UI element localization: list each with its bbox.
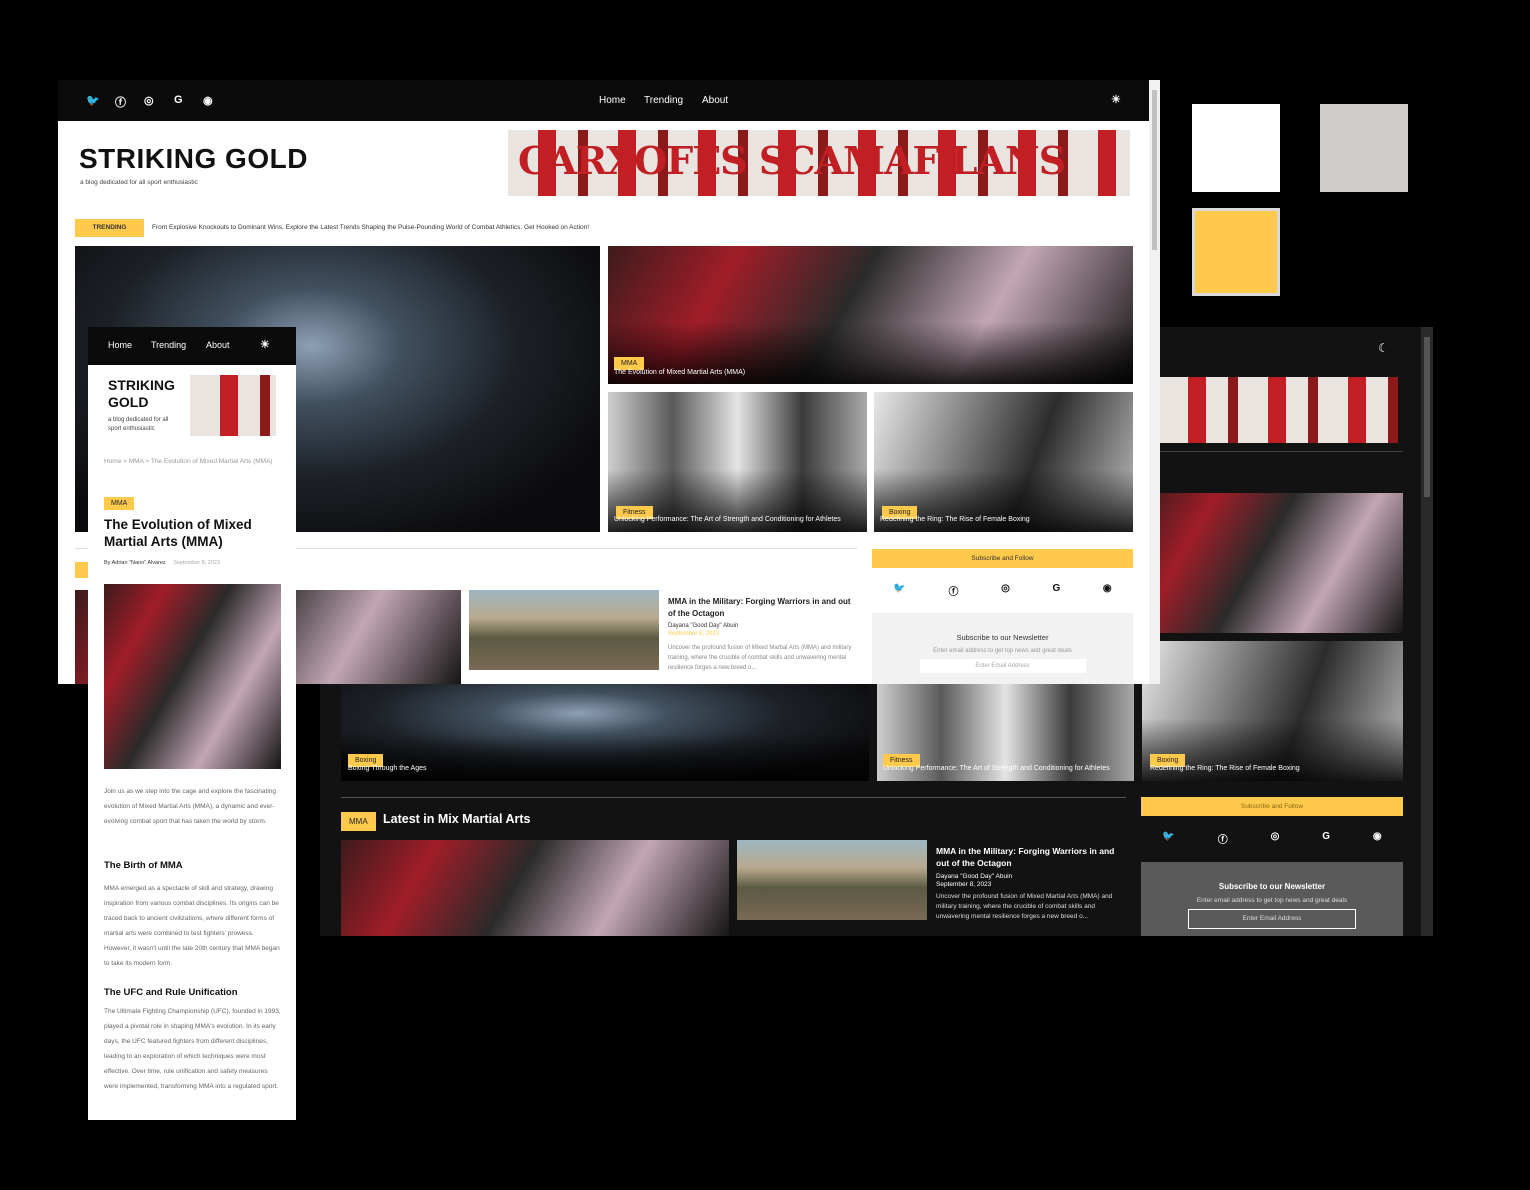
trending-label: TRENDING <box>75 219 144 237</box>
site-title[interactable]: STRIKING GOLD <box>79 143 308 175</box>
card-image-mma <box>1142 493 1403 633</box>
mobile-navbar: Home Trending About ☀ <box>88 327 296 365</box>
nav-about[interactable]: About <box>702 95 728 106</box>
brand-banner-image <box>190 375 276 436</box>
desktop-scrollbar[interactable] <box>1149 80 1160 684</box>
sun-icon[interactable]: ☀ <box>1111 93 1121 106</box>
site-title[interactable]: STRIKING GOLD <box>108 377 198 411</box>
discord-icon[interactable]: ◉ <box>1373 831 1382 846</box>
newsletter-title: Subscribe to our Newsletter <box>956 633 1049 642</box>
banner-text: CARXOFES SCAMAF LANS <box>518 138 1066 183</box>
newsletter-box: Subscribe to our Newsletter Enter email … <box>872 613 1133 684</box>
facebook-icon[interactable]: ⓕ <box>1218 831 1228 846</box>
latest-military-date: September 8, 2023 <box>936 881 992 888</box>
latest-military-author: Dayana "Good Day" Abuin <box>668 623 739 629</box>
nav-about[interactable]: About <box>206 340 230 350</box>
latest-military-author: Dayana "Good Day" Abuin <box>936 873 1013 880</box>
card-image-mma <box>608 246 1133 384</box>
twitter-icon[interactable]: 🐦 <box>1162 831 1174 846</box>
article-byline: By Adrian "Nano" Alvarez September 8, 20… <box>104 560 220 566</box>
swatch-yellow <box>1192 208 1280 296</box>
article-hero-image <box>104 584 281 769</box>
article-intro: Join us as we step into the cage and exp… <box>104 788 276 825</box>
article-author: By Adrian "Nano" Alvarez <box>104 560 166 566</box>
latest-military-excerpt: Uncover the profound fusion of Mixed Mar… <box>668 645 852 671</box>
follow-bar: Subscribe and Follow <box>872 549 1133 568</box>
twitter-icon[interactable]: 🐦 <box>893 583 905 598</box>
mobile-window: Home Trending About ☀ STRIKING GOLD a bl… <box>88 327 296 1120</box>
section-tag[interactable]: MMA <box>341 811 376 831</box>
card-boxing-ages-title[interactable]: Boxing Through the Ages <box>348 765 426 772</box>
latest-military-title[interactable]: MMA in the Military: Forging Warriors in… <box>936 845 1126 869</box>
card-boxing-title[interactable]: Redefining the Ring: The Rise of Female … <box>880 516 1030 523</box>
google-icon[interactable]: G <box>174 94 183 106</box>
nav-home[interactable]: Home <box>599 95 626 106</box>
email-input[interactable]: Enter Email Address <box>919 659 1086 673</box>
facebook-icon[interactable]: ⓕ <box>115 94 126 110</box>
card-mma-tag[interactable]: MMA <box>614 352 645 370</box>
nav-trending[interactable]: Trending <box>151 340 186 350</box>
section-divider <box>341 797 1126 798</box>
newsletter-title: Subscribe to our Newsletter <box>1218 882 1326 891</box>
trending-text[interactable]: From Explosive Knockouts to Dominant Win… <box>152 224 589 231</box>
latest-military-excerpt: Uncover the profound fusion of Mixed Mar… <box>936 893 1113 920</box>
brand-banner-image <box>1158 377 1398 443</box>
instagram-icon[interactable]: ◎ <box>1271 831 1280 846</box>
google-icon[interactable]: G <box>1052 583 1060 598</box>
article-paragraph-ufc: The Ultimate Fighting Championship (UFC)… <box>104 1008 281 1090</box>
sun-icon[interactable]: ☀ <box>260 338 270 351</box>
section-heading: Latest in Mix Martial Arts <box>383 812 531 826</box>
nav-home[interactable]: Home <box>108 340 132 350</box>
discord-icon[interactable]: ◉ <box>1103 583 1112 598</box>
brand-banner-image: CARXOFES SCAMAF LANS <box>508 130 1130 196</box>
moon-icon[interactable]: ☾ <box>1378 341 1389 355</box>
card-fitness-title[interactable]: Unlocking Performance: The Art of Streng… <box>883 765 1110 772</box>
latest-image-mma <box>341 840 729 936</box>
discord-icon[interactable]: ◉ <box>203 94 213 107</box>
latest-military-date: September 8, 2023 <box>668 631 720 637</box>
newsletter-box: Subscribe to our Newsletter Enter email … <box>1141 862 1403 936</box>
newsletter-text: Enter email address to get top news and … <box>1196 897 1348 904</box>
instagram-icon[interactable]: ◎ <box>144 94 154 107</box>
swatch-white <box>1192 104 1280 192</box>
card-mma-title[interactable]: The Evolution of Mixed Martial Arts (MMA… <box>614 369 745 376</box>
header-divider <box>1140 451 1403 452</box>
newsletter-text: Enter email address to get top news and … <box>933 648 1072 654</box>
facebook-icon[interactable]: ⓕ <box>948 583 958 598</box>
article-date: September 8, 2023 <box>173 560 221 566</box>
article-title: The Evolution of Mixed Martial Arts (MMA… <box>104 517 252 549</box>
latest-military-title[interactable]: MMA in the Military: Forging Warriors in… <box>668 596 858 620</box>
social-row: 🐦 ⓕ ◎ G ◉ <box>872 583 1133 598</box>
google-icon[interactable]: G <box>1322 831 1330 846</box>
card-boxing-title[interactable]: Redefining the Ring: The Rise of Female … <box>1150 765 1300 772</box>
article-heading-ufc: The UFC and Rule Unification <box>104 987 238 998</box>
latest-image-military <box>469 590 659 670</box>
card-fitness-title[interactable]: Unlocking Performance: The Art of Streng… <box>614 516 841 523</box>
breadcrumb[interactable]: Home > MMA > The Evolution of Mixed Mart… <box>104 455 278 468</box>
follow-bar: Subscribe and Follow <box>1141 797 1403 816</box>
dark-social-row: 🐦 ⓕ ◎ G ◉ <box>1141 831 1403 846</box>
latest-image-military <box>737 840 927 920</box>
nav-trending[interactable]: Trending <box>644 95 683 106</box>
twitter-icon[interactable]: 🐦 <box>86 94 100 107</box>
article-heading-birth: The Birth of MMA <box>104 860 183 871</box>
article-tag[interactable]: MMA <box>104 492 135 510</box>
site-tagline: a blog dedicated for all sport enthusias… <box>108 417 169 432</box>
email-input[interactable]: Enter Email Address <box>1188 909 1356 929</box>
article-paragraph-birth: MMA emerged as a spectacle of skill and … <box>104 885 280 967</box>
swatch-gray <box>1320 104 1408 192</box>
instagram-icon[interactable]: ◎ <box>1001 583 1010 598</box>
site-tagline: a blog dedicated for all sport enthusias… <box>80 179 198 186</box>
dark-scrollbar[interactable] <box>1421 327 1433 936</box>
section-tag[interactable] <box>75 562 89 578</box>
top-navbar: 🐦 ⓕ ◎ G ◉ Home Trending About ☀ <box>58 80 1160 121</box>
